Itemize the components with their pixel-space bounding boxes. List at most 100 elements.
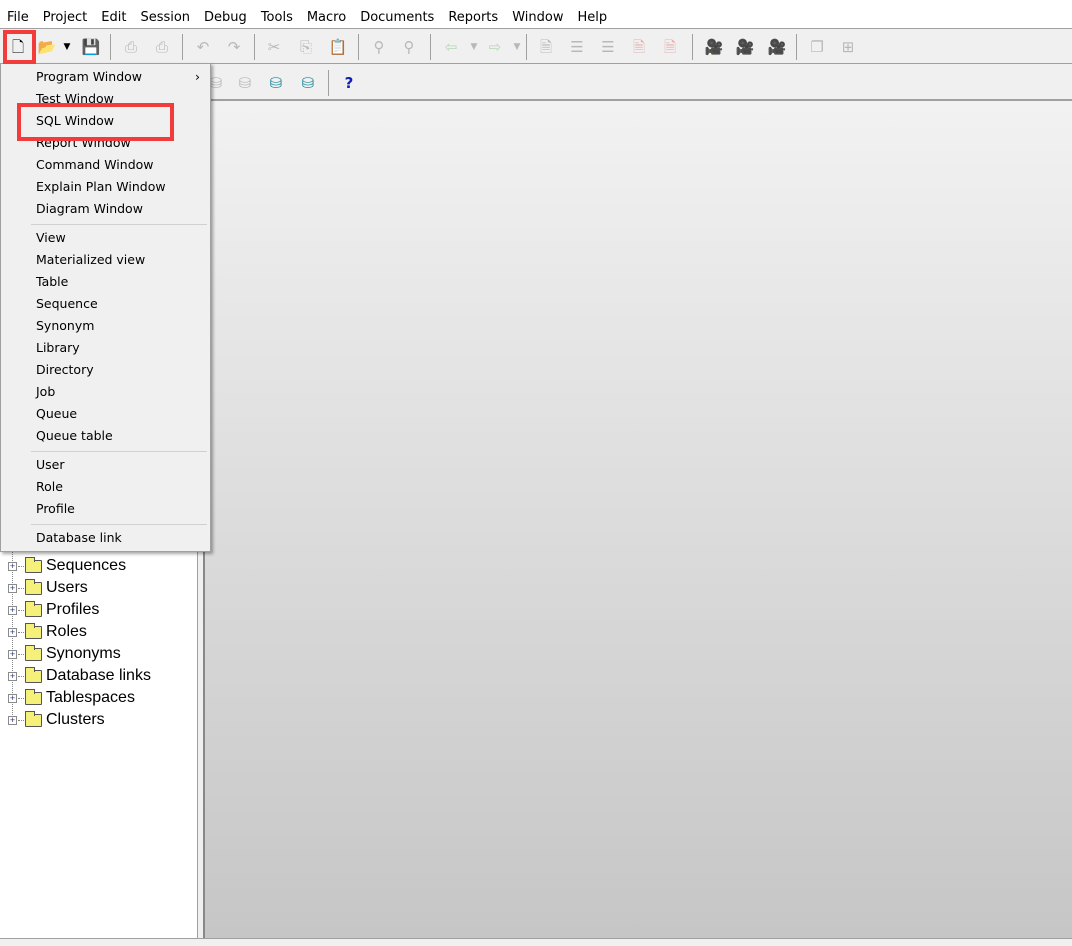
folder-icon	[25, 710, 42, 727]
menu-separator	[31, 224, 207, 225]
menu-item-user[interactable]: User	[3, 454, 208, 476]
tree-label: Users	[46, 579, 88, 596]
menu-tools[interactable]: Tools	[254, 10, 300, 25]
highlight-sql-window	[17, 103, 174, 141]
expand-icon[interactable]: +	[8, 605, 17, 615]
verify-icon[interactable]: 🗎	[535, 37, 557, 57]
play-macro-icon[interactable]: 🎥	[734, 37, 756, 57]
menu-macro[interactable]: Macro	[300, 10, 353, 25]
menu-item-command-window[interactable]: Command Window	[3, 154, 208, 176]
expand-icon[interactable]: +	[8, 627, 17, 637]
menu-separator	[31, 524, 207, 525]
undo-icon[interactable]: ↶	[192, 37, 214, 57]
save-icon[interactable]: 💾	[80, 37, 102, 57]
tree-item-sequences[interactable]: + Sequences	[8, 555, 126, 577]
open-icon[interactable]: 📂	[36, 37, 58, 57]
menu-project[interactable]: Project	[36, 10, 94, 25]
menu-item-profile[interactable]: Profile	[3, 498, 208, 520]
menu-item-explain-plan-window[interactable]: Explain Plan Window	[3, 176, 208, 198]
menu-bar: File Project Edit Session Debug Tools Ma…	[0, 0, 1072, 28]
copy-icon[interactable]: ⎘	[295, 37, 317, 57]
folder-icon	[25, 556, 42, 573]
mdi-workspace	[203, 101, 1072, 938]
menu-item-role[interactable]: Role	[3, 476, 208, 498]
dropdown-icon[interactable]: ▼	[463, 37, 485, 57]
menu-item-directory[interactable]: Directory	[3, 359, 208, 381]
tree-label: Clusters	[46, 711, 105, 728]
menu-separator	[31, 451, 207, 452]
menu-item-diagram-window[interactable]: Diagram Window	[3, 198, 208, 220]
folder-icon	[25, 622, 42, 639]
cut-icon[interactable]: ✂	[263, 37, 285, 57]
folder-icon	[25, 578, 42, 595]
indent-back-icon[interactable]: ⇦	[440, 37, 462, 57]
folder-icon	[25, 688, 42, 705]
dropdown-icon[interactable]: ▼	[506, 37, 528, 57]
menu-file[interactable]: File	[0, 10, 36, 25]
paste-icon[interactable]: 📋	[327, 37, 349, 57]
expand-icon[interactable]: +	[8, 715, 17, 725]
cascade-icon[interactable]: ❐	[806, 37, 828, 57]
menu-item-job[interactable]: Job	[3, 381, 208, 403]
open-dropdown-icon[interactable]: ▼	[60, 37, 74, 57]
menu-item-queue[interactable]: Queue	[3, 403, 208, 425]
expand-icon[interactable]: +	[8, 583, 17, 593]
tree-label: Roles	[46, 623, 87, 640]
print-setup-icon[interactable]: ⎙	[151, 37, 173, 57]
tree-item-synonyms[interactable]: + Synonyms	[8, 643, 121, 665]
sql-db-icon[interactable]: ⛁	[234, 73, 256, 93]
uppercase-icon[interactable]: 🗎	[628, 37, 650, 57]
menu-item-queue-table[interactable]: Queue table	[3, 425, 208, 447]
find-db-objects-icon[interactable]: ⛁	[265, 73, 287, 93]
expand-icon[interactable]: +	[8, 693, 17, 703]
menu-item-materialized-view[interactable]: Materialized view	[3, 249, 208, 271]
record-macro-icon[interactable]: 🎥	[703, 37, 725, 57]
status-bar	[0, 938, 1072, 946]
tree-label: Database links	[46, 667, 151, 684]
menu-item-view[interactable]: View	[3, 227, 208, 249]
menu-item-library[interactable]: Library	[3, 337, 208, 359]
expand-icon[interactable]: +	[8, 561, 17, 571]
menu-debug[interactable]: Debug	[197, 10, 254, 25]
find-next-icon[interactable]: ⚲	[398, 37, 420, 57]
menu-item-sequence[interactable]: Sequence	[3, 293, 208, 315]
indent-icon[interactable]: ☰	[566, 37, 588, 57]
redo-icon[interactable]: ↷	[223, 37, 245, 57]
tree-item-users[interactable]: + Users	[8, 577, 88, 599]
unindent-icon[interactable]: ☰	[597, 37, 619, 57]
menu-reports[interactable]: Reports	[441, 10, 505, 25]
tree-item-profiles[interactable]: + Profiles	[8, 599, 99, 621]
tree-item-database-links[interactable]: + Database links	[8, 665, 151, 687]
help-icon[interactable]: ?	[338, 73, 360, 93]
expand-icon[interactable]: +	[8, 649, 17, 659]
tree-item-roles[interactable]: + Roles	[8, 621, 87, 643]
tree-label: Sequences	[46, 557, 127, 574]
menu-item-database-link[interactable]: Database link	[3, 527, 208, 549]
tree-item-clusters[interactable]: + Clusters	[8, 709, 105, 731]
menu-item-table[interactable]: Table	[3, 271, 208, 293]
menu-session[interactable]: Session	[133, 10, 197, 25]
find-icon[interactable]: ⚲	[368, 37, 390, 57]
tile-icon[interactable]: ⊞	[837, 37, 859, 57]
menu-item-program-window[interactable]: Program Window ›	[3, 66, 208, 88]
menu-window[interactable]: Window	[505, 10, 570, 25]
folder-icon	[25, 666, 42, 683]
compile-invalid-icon[interactable]: ⛁	[297, 73, 319, 93]
menu-item-synonym[interactable]: Synonym	[3, 315, 208, 337]
tree-label: Tablespaces	[46, 689, 135, 706]
menu-help[interactable]: Help	[570, 10, 614, 25]
highlight-new-button	[3, 30, 36, 64]
tree-label: Synonyms	[46, 645, 121, 662]
expand-icon[interactable]: +	[8, 671, 17, 681]
main-toolbar: 🗋 📂 ▼ 💾 ⎙ ⎙ ↶ ↷ ✂ ⎘ 📋 ⚲ ⚲ ⇦ ▼ ⇨ ▼ 🗎 ☰ ☰ …	[0, 28, 1072, 64]
macro-library-icon[interactable]: 🎥	[766, 37, 788, 57]
menu-edit[interactable]: Edit	[94, 10, 133, 25]
tree-item-tablespaces[interactable]: + Tablespaces	[8, 687, 135, 709]
print-icon[interactable]: ⎙	[120, 37, 142, 57]
indent-forward-icon[interactable]: ⇨	[484, 37, 506, 57]
tree-label: Profiles	[46, 601, 100, 618]
folder-icon	[25, 644, 42, 661]
menu-documents[interactable]: Documents	[353, 10, 441, 25]
folder-icon	[25, 600, 42, 617]
lowercase-icon[interactable]: 🗎	[659, 37, 681, 57]
